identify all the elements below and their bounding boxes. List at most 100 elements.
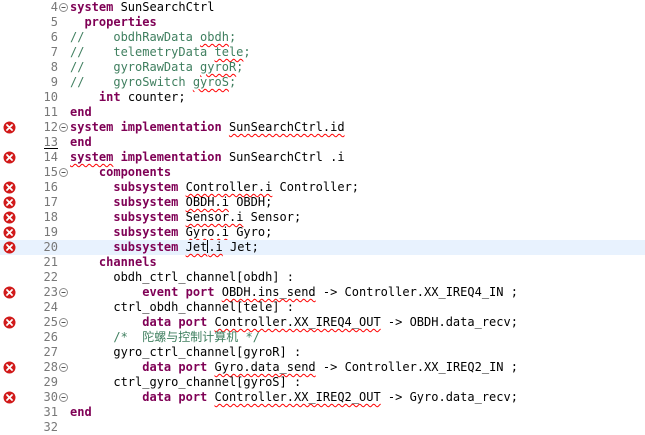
error-x-icon[interactable] (3, 151, 16, 164)
fold-collapse-icon[interactable] (59, 318, 68, 327)
code-text[interactable]: data port Controller.XX_IREQ4_OUT -> OBD… (70, 315, 518, 330)
fold-collapse-icon[interactable] (59, 123, 68, 132)
code-editor[interactable]: 4 system SunSearchCtrl 5 properties 6// obd… (0, 0, 645, 434)
error-x-icon[interactable] (3, 211, 16, 224)
code-line[interactable]: 25 data port Controller.XX_IREQ4_OUT -> … (0, 315, 645, 330)
code-line[interactable]: 18 subsystem Sensor.i Sensor; (0, 210, 645, 225)
code-text[interactable]: // gyroSwitch gyroS; (70, 75, 236, 90)
code-text[interactable]: end (70, 405, 92, 420)
comment-token: // telemetryData (70, 45, 215, 59)
code-text[interactable]: system implementation SunSearchCtrl.id (70, 120, 345, 135)
code-text[interactable]: subsystem Gyro.i Gyro; (70, 225, 272, 240)
code-text[interactable]: subsystem OBDH.i OBDH; (70, 195, 272, 210)
code-line[interactable]: 9 // gyroSwitch gyroS; (0, 75, 645, 90)
keyword-token: subsystem (113, 210, 179, 224)
code-text[interactable]: system SunSearchCtrl (70, 0, 215, 15)
keyword-token: system implementation (70, 120, 222, 134)
line-number: 14 (43, 150, 58, 164)
code-line[interactable]: 28 data port Gyro.data_send -> Controlle… (0, 360, 645, 375)
code-line[interactable]: 27 gyro_ctrl_channel[gyroR] : (0, 345, 645, 360)
comment-token: tele (214, 45, 244, 59)
fold-collapse-icon[interactable] (59, 288, 68, 297)
fold-collapse-icon[interactable] (59, 393, 68, 402)
line-number: 8 (50, 60, 58, 74)
code-line[interactable]: 17 subsystem OBDH.i OBDH; (0, 195, 645, 210)
code-text[interactable]: subsystem Controller.i Controller; (70, 180, 359, 195)
code-line[interactable]: 21 channels (0, 255, 645, 270)
code-text[interactable]: subsystem Sensor.i Sensor; (70, 210, 301, 225)
code-line[interactable]: 14 system implementation SunSearchCtrl .i (0, 150, 645, 165)
code-text[interactable]: /* 陀螺与控制计算机 */ (70, 330, 260, 345)
code-token: gyro_ctrl_channel[gyroR] : (70, 345, 302, 359)
code-text[interactable]: channels (70, 255, 157, 270)
code-text[interactable]: // telemetryData tele; (70, 45, 251, 60)
code-text[interactable]: properties (70, 15, 157, 30)
code-text[interactable]: end (70, 135, 92, 150)
fold-collapse-icon[interactable] (59, 168, 68, 177)
error-x-icon[interactable] (3, 361, 16, 374)
code-line[interactable]: 22 obdh_ctrl_channel[obdh] : (0, 270, 645, 285)
error-x-icon[interactable] (3, 181, 16, 194)
code-text[interactable]: // gyroRawData gyroR; (70, 60, 243, 75)
code-text[interactable]: data port Controller.XX_IREQ2_OUT -> Gyr… (70, 390, 518, 405)
error-x-icon[interactable] (3, 121, 16, 134)
line-number: 31 (43, 405, 58, 419)
code-line[interactable]: 6 // obdhRawData obdh; (0, 30, 645, 45)
error-x-icon[interactable] (3, 286, 16, 299)
code-line[interactable]: 12 system implementation SunSearchCtrl.id (0, 120, 645, 135)
code-line[interactable]: 30 data port Controller.XX_IREQ2_OUT -> … (0, 390, 645, 405)
code-line[interactable]: 13 end (0, 135, 645, 150)
code-line[interactable]: 23 event port OBDH.ins_send -> Controlle… (0, 285, 645, 300)
error-x-icon[interactable] (3, 226, 16, 239)
code-text[interactable]: ctrl_gyro_channel[gyroS] : (70, 375, 301, 390)
code-line[interactable]: 29 ctrl_gyro_channel[gyroS] : (0, 375, 645, 390)
code-text[interactable]: subsystem Jet.i Jet; (70, 240, 259, 255)
fold-collapse-icon[interactable] (59, 363, 68, 372)
code-text[interactable]: event port OBDH.ins_send -> Controller.X… (70, 285, 518, 300)
line-number: 32 (43, 420, 58, 434)
code-line[interactable]: 20 subsystem Jet.i Jet; (0, 240, 645, 255)
code-text[interactable]: ctrl_obdh_channel[tele] : (70, 300, 294, 315)
error-x-icon[interactable] (3, 241, 16, 254)
fold-collapse-icon[interactable] (59, 3, 68, 12)
code-text[interactable]: gyro_ctrl_channel[gyroR] : (70, 345, 301, 360)
line-number: 15 (43, 165, 58, 179)
code-line[interactable]: 4 system SunSearchCtrl (0, 0, 645, 15)
code-token: counter; (120, 90, 186, 104)
code-text[interactable]: data port Gyro.data_send -> Controller.X… (70, 360, 518, 375)
line-number: 4 (50, 0, 58, 14)
code-line[interactable]: 10 int counter; (0, 90, 645, 105)
code-text[interactable]: // obdhRawData obdh; (70, 30, 236, 45)
code-line[interactable]: 31 end (0, 405, 645, 420)
code-line[interactable]: 8 // gyroRawData gyroR; (0, 60, 645, 75)
error-x-icon[interactable] (3, 196, 16, 209)
code-line[interactable]: 15 components (0, 165, 645, 180)
code-line[interactable]: 5 properties (0, 15, 645, 30)
code-text[interactable]: system implementation SunSearchCtrl .i (70, 150, 345, 165)
error-x-icon[interactable] (3, 316, 16, 329)
code-text[interactable]: int counter; (70, 90, 186, 105)
code-line[interactable]: 16 subsystem Controller.i Controller; (0, 180, 645, 195)
code-line[interactable]: 19 subsystem Gyro.i Gyro; (0, 225, 645, 240)
code-line[interactable]: 11 end (0, 105, 645, 120)
comment-token: // gyroRawData (70, 60, 201, 74)
code-text[interactable]: components (70, 165, 171, 180)
code-text[interactable]: end (70, 105, 92, 120)
code-text[interactable]: obdh_ctrl_channel[obdh] : (70, 270, 294, 285)
code-line[interactable]: 7 // telemetryData tele; (0, 45, 645, 60)
keyword-token: subsystem (113, 195, 179, 209)
code-line[interactable]: 32 (0, 420, 645, 435)
error-x-icon[interactable] (3, 391, 16, 404)
keyword-token: properties (84, 15, 157, 29)
code-line[interactable]: 26 /* 陀螺与控制计算机 */ (0, 330, 645, 345)
code-line[interactable]: 24 ctrl_obdh_channel[tele] : (0, 300, 645, 315)
code-token: Controller.XX_IREQ2_OUT (214, 390, 381, 404)
line-number: 28 (43, 360, 58, 374)
keyword-token: channels (98, 255, 157, 269)
